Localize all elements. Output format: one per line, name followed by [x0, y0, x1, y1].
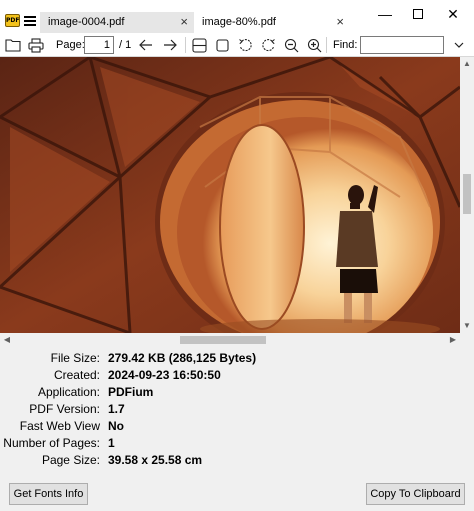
property-label: Fast Web View: [19, 419, 100, 433]
property-value: 39.58 x 25.58 cm: [108, 453, 203, 467]
fit-width-icon[interactable]: [190, 36, 208, 54]
toolbar-divider: [326, 37, 327, 53]
toolbar: Page: 1 / 1 Find:: [0, 33, 474, 57]
tab-label: image-80%.pdf: [202, 16, 276, 28]
scroll-left-icon[interactable]: ◀: [0, 333, 14, 347]
tab-image-80[interactable]: image-80%.pdf ×: [194, 12, 350, 33]
open-folder-icon[interactable]: [4, 36, 22, 54]
maximize-button[interactable]: [405, 4, 431, 24]
property-row: Application: PDFium: [0, 384, 474, 401]
scroll-up-icon[interactable]: ▲: [460, 57, 474, 71]
property-row: Fast Web View No: [0, 418, 474, 435]
chevron-down-icon[interactable]: [450, 36, 468, 54]
property-label: Application:: [37, 385, 100, 399]
zoom-in-icon[interactable]: [305, 36, 323, 54]
document-viewer[interactable]: ▲ ▼ ◀ ▶: [0, 57, 474, 347]
property-label: PDF Version:: [29, 402, 100, 416]
property-label: Page Size:: [41, 453, 100, 467]
tab-close-icon[interactable]: ×: [180, 12, 188, 32]
title-bar: PDF image-0004.pdf × image-80%.pdf × — ✕: [0, 0, 474, 33]
scroll-right-icon[interactable]: ▶: [446, 333, 460, 347]
arrow-right-icon[interactable]: [161, 36, 179, 54]
document-page-image: [0, 57, 460, 333]
property-value: 1: [108, 436, 115, 450]
vertical-scrollbar[interactable]: ▲ ▼: [460, 57, 474, 333]
scroll-down-icon[interactable]: ▼: [460, 319, 474, 333]
property-label: Number of Pages:: [3, 436, 100, 450]
tab-close-icon[interactable]: ×: [336, 12, 344, 32]
find-label: Find:: [333, 39, 358, 51]
horizontal-scrollbar[interactable]: ◀ ▶: [0, 333, 460, 347]
property-value: 279.42 KB (286,125 Bytes): [108, 351, 257, 365]
tab-label: image-0004.pdf: [48, 16, 125, 28]
vertical-scroll-thumb[interactable]: [463, 174, 471, 214]
find-input[interactable]: [360, 36, 444, 54]
property-row: Number of Pages: 1: [0, 435, 474, 452]
arrow-left-icon[interactable]: [137, 36, 155, 54]
property-row: Created: 2024-09-23 16:50:50: [0, 367, 474, 384]
property-row: File Size: 279.42 KB (286,125 Bytes): [0, 350, 474, 367]
rotate-right-icon[interactable]: [259, 36, 277, 54]
page-label: Page:: [56, 39, 85, 51]
maximize-icon: [413, 8, 423, 19]
property-row: Page Size: 39.58 x 25.58 cm: [0, 452, 474, 469]
copy-to-clipboard-button[interactable]: Copy To Clipboard: [366, 483, 465, 505]
print-icon[interactable]: [27, 36, 45, 54]
page-number-input[interactable]: 1: [84, 36, 114, 54]
horizontal-scroll-thumb[interactable]: [180, 336, 266, 344]
fit-page-icon[interactable]: [213, 36, 231, 54]
tab-image-0004[interactable]: image-0004.pdf ×: [40, 12, 194, 33]
close-window-button[interactable]: ✕: [440, 4, 466, 24]
property-label: File Size:: [50, 351, 100, 365]
rotate-left-icon[interactable]: [236, 36, 254, 54]
get-fonts-info-button[interactable]: Get Fonts Info: [9, 483, 88, 505]
property-row: PDF Version: 1.7: [0, 401, 474, 418]
property-value: 1.7: [108, 402, 125, 416]
property-value: No: [108, 419, 124, 433]
minimize-button[interactable]: —: [372, 4, 398, 24]
app-logo-icon: PDF: [5, 14, 20, 27]
property-value: PDFium: [108, 385, 154, 399]
page-total: / 1: [119, 39, 132, 51]
zoom-out-icon[interactable]: [282, 36, 300, 54]
toolbar-divider: [185, 37, 186, 53]
property-label: Created:: [53, 368, 100, 382]
scrollbar-corner: [460, 333, 474, 347]
property-value: 2024-09-23 16:50:50: [108, 368, 221, 382]
hamburger-menu-icon[interactable]: [24, 16, 36, 26]
